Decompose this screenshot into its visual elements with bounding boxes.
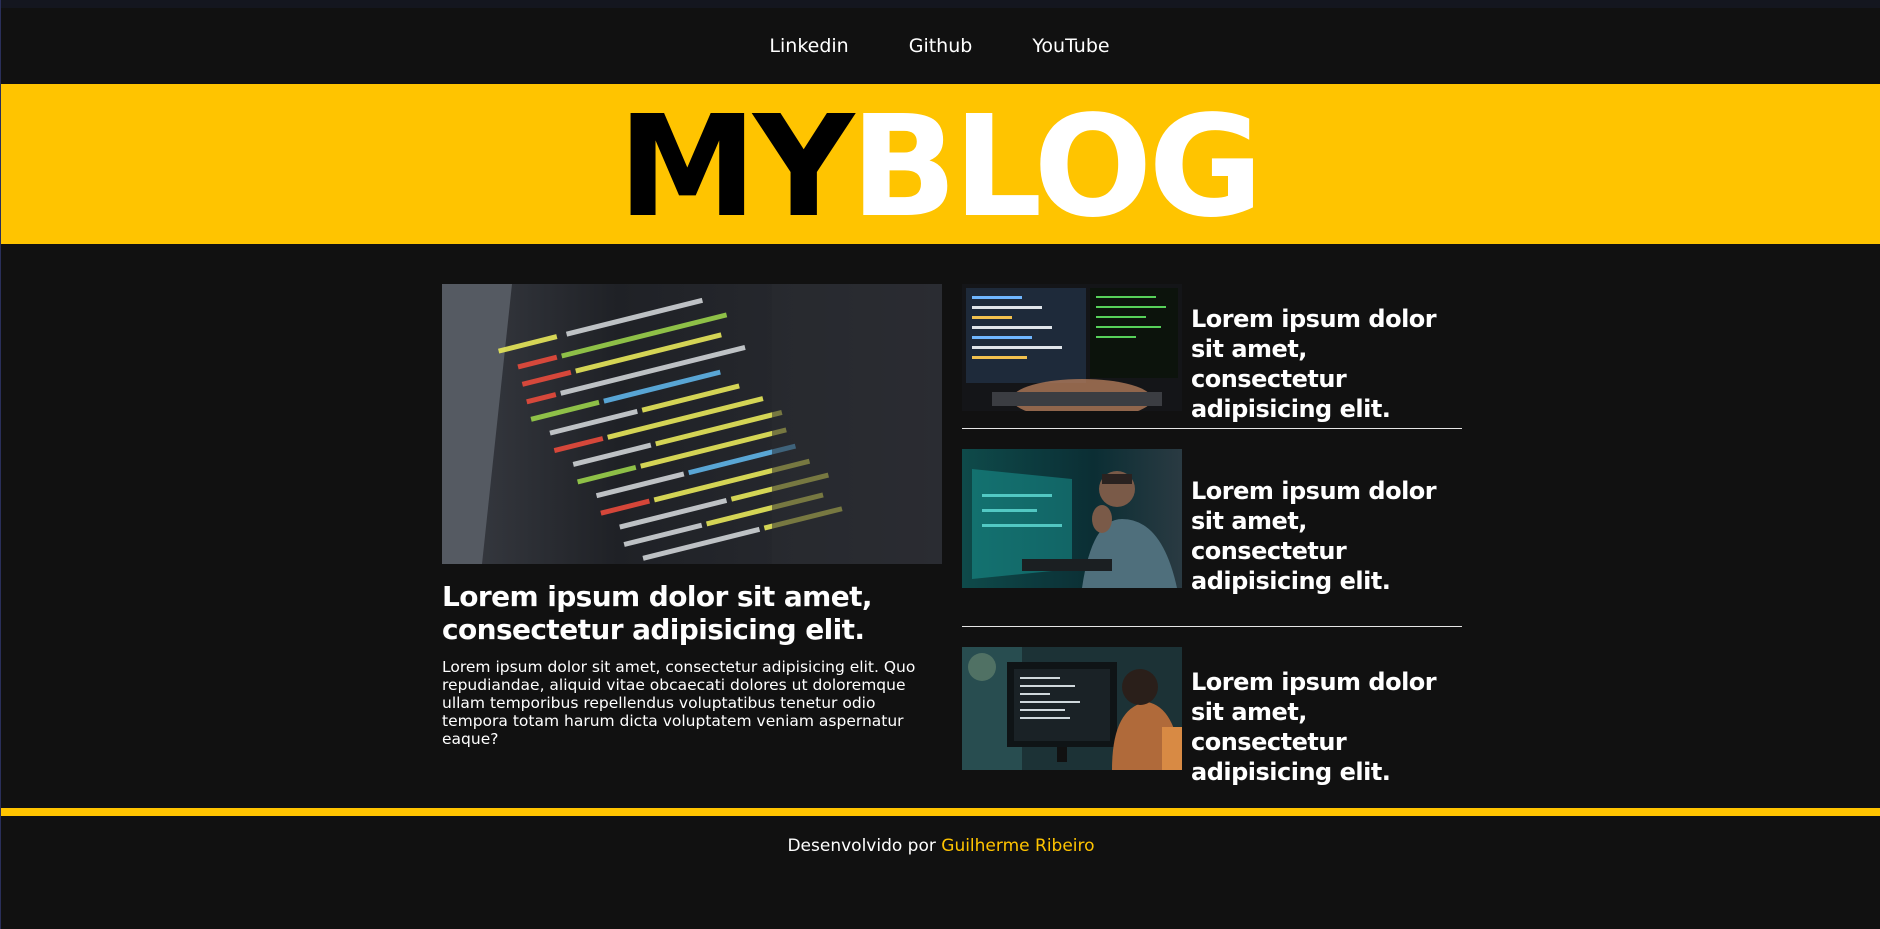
side-post-title[interactable]: Lorem ipsum dolor sit amet, consectetur … (1191, 304, 1462, 424)
featured-post-excerpt: Lorem ipsum dolor sit amet, consectetur … (442, 658, 916, 748)
main-content: Lorem ipsum dolor sit amet, consectetur … (442, 284, 1462, 810)
side-post-image[interactable] (962, 449, 1182, 589)
side-post[interactable]: Lorem ipsum dolor sit amet, consectetur … (962, 284, 1462, 430)
site-logo[interactable]: MYBLOG (618, 98, 1264, 238)
social-nav: Linkedin Github YouTube (769, 35, 1109, 57)
logo-my: MY (617, 86, 855, 249)
side-post[interactable]: Lorem ipsum dolor sit amet, consectetur … (962, 449, 1462, 627)
nav-link-linkedin[interactable]: Linkedin (769, 35, 848, 57)
side-post-image[interactable] (962, 646, 1182, 770)
side-post-title[interactable]: Lorem ipsum dolor sit amet, consectetur … (1191, 667, 1462, 787)
featured-post-title[interactable]: Lorem ipsum dolor sit amet, consectetur … (442, 580, 942, 646)
nav-link-youtube[interactable]: YouTube (1032, 35, 1109, 57)
logo-blog: BLOG (850, 86, 1263, 249)
nav-link-github[interactable]: Github (909, 35, 973, 57)
hero-banner: MYBLOG (1, 84, 1880, 244)
side-posts: Lorem ipsum dolor sit amet, consectetur … (962, 284, 1462, 810)
featured-post-image[interactable] (442, 284, 942, 564)
footer-author-link[interactable]: Guilherme Ribeiro (941, 836, 1094, 856)
featured-post[interactable]: Lorem ipsum dolor sit amet, consectetur … (442, 284, 942, 809)
top-navbar: Linkedin Github YouTube (1, 0, 1880, 84)
footer-credit: Desenvolvido por Guilherme Ribeiro (1, 836, 1880, 856)
site-footer: Desenvolvido por Guilherme Ribeiro (1, 808, 1880, 929)
side-post-title[interactable]: Lorem ipsum dolor sit amet, consectetur … (1191, 476, 1462, 596)
footer-prefix: Desenvolvido por (787, 836, 942, 856)
side-post-image[interactable] (962, 284, 1182, 411)
side-post[interactable]: Lorem ipsum dolor sit amet, consectetur … (962, 646, 1462, 810)
